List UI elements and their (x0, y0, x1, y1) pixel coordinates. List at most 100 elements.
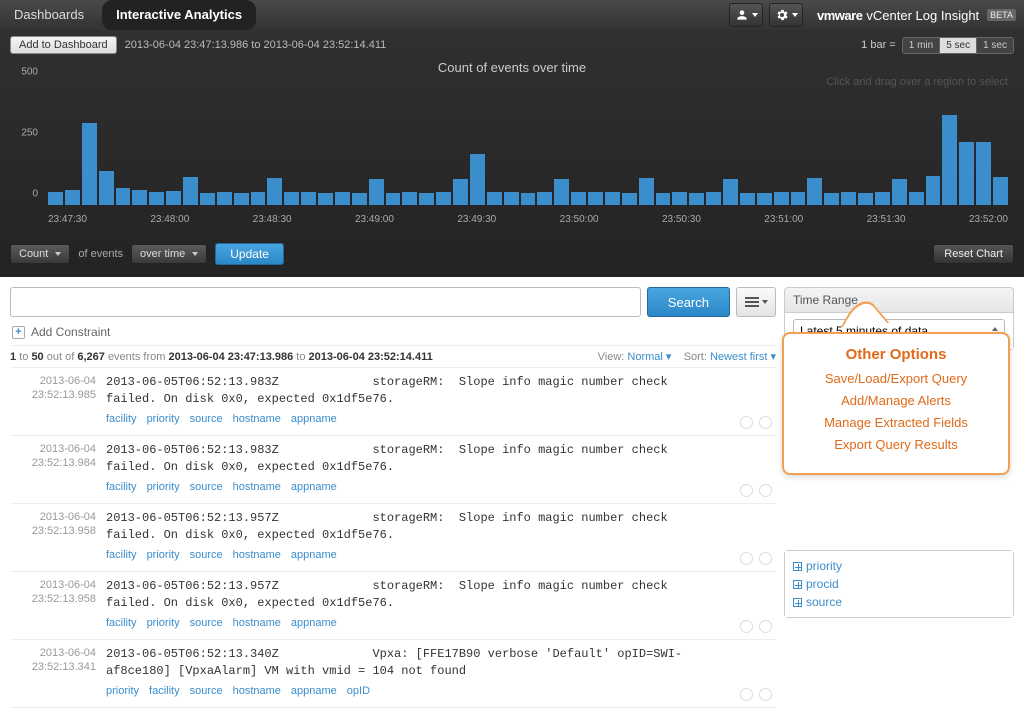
event-tag-hostname[interactable]: hostname (233, 481, 281, 493)
chart-bar[interactable] (672, 192, 687, 205)
event-tag-priority[interactable]: priority (147, 617, 180, 629)
gear-menu-button[interactable] (769, 3, 803, 27)
search-button[interactable]: Search (647, 287, 730, 317)
chart-bar[interactable] (453, 179, 468, 205)
chart-bar[interactable] (571, 192, 586, 205)
event-tag-source[interactable]: source (190, 549, 223, 561)
bar-width-segmented[interactable]: 1 min 5 sec 1 sec (902, 37, 1014, 54)
sort-order-dropdown[interactable]: Newest first ▾ (710, 351, 776, 363)
info-icon[interactable] (759, 688, 772, 701)
event-tag-hostname[interactable]: hostname (233, 617, 281, 629)
chart-bar[interactable] (622, 193, 637, 205)
info-icon[interactable] (759, 552, 772, 565)
chart-bar[interactable] (352, 193, 367, 205)
info-icon[interactable] (759, 620, 772, 633)
event-tag-hostname[interactable]: hostname (233, 413, 281, 425)
event-tag-facility[interactable]: facility (106, 617, 137, 629)
field-item-source[interactable]: source (793, 593, 1005, 611)
chart-bar[interactable] (234, 193, 249, 205)
chart-bar[interactable] (807, 178, 822, 205)
chart-bar[interactable] (554, 179, 569, 205)
bar-opt-1sec[interactable]: 1 sec (977, 38, 1013, 53)
event-tag-appname[interactable]: appname (291, 617, 337, 629)
chart-bar[interactable] (639, 178, 654, 205)
chart-bar[interactable] (959, 142, 974, 205)
event-tag-facility[interactable]: facility (149, 685, 180, 697)
clock-icon[interactable] (740, 416, 753, 429)
chart-bar[interactable] (301, 192, 316, 205)
chart-bar[interactable] (791, 192, 806, 205)
event-tag-facility[interactable]: facility (106, 413, 137, 425)
event-tag-source[interactable]: source (190, 481, 223, 493)
chart-bar[interactable] (48, 192, 63, 205)
event-tag-appname[interactable]: appname (291, 685, 337, 697)
event-tag-source[interactable]: source (190, 617, 223, 629)
chart-bar[interactable] (976, 142, 991, 205)
user-menu-button[interactable] (729, 3, 763, 27)
events-over-time-chart[interactable]: 0250500 23:47:3023:48:0023:48:3023:49:00… (10, 83, 1014, 233)
chart-bar[interactable] (824, 193, 839, 205)
chart-bar[interactable] (470, 154, 485, 205)
event-tag-priority[interactable]: priority (147, 549, 180, 561)
view-mode-dropdown[interactable]: Normal ▾ (627, 351, 671, 363)
chart-bar[interactable] (706, 192, 721, 205)
tab-interactive-analytics[interactable]: Interactive Analytics (102, 0, 256, 30)
chart-bar[interactable] (369, 179, 384, 205)
event-tag-facility[interactable]: facility (106, 549, 137, 561)
info-icon[interactable] (759, 416, 772, 429)
chart-bar[interactable] (504, 192, 519, 205)
chart-bar[interactable] (858, 193, 873, 205)
chart-bar[interactable] (689, 193, 704, 205)
clock-icon[interactable] (740, 484, 753, 497)
event-tag-hostname[interactable]: hostname (233, 685, 281, 697)
chart-bar[interactable] (99, 171, 114, 205)
clock-icon[interactable] (740, 620, 753, 633)
field-item-priority[interactable]: priority (793, 557, 1005, 575)
chart-bar[interactable] (251, 192, 266, 205)
search-input[interactable] (10, 287, 641, 317)
event-row[interactable]: 2013-06-0423:52:13.3412013-06-05T06:52:1… (10, 640, 776, 708)
chart-bar[interactable] (200, 193, 215, 205)
event-row[interactable]: 2013-06-0423:52:13.9852013-06-05T06:52:1… (10, 368, 776, 436)
chart-bar[interactable] (386, 193, 401, 205)
chart-bar[interactable] (723, 179, 738, 205)
add-constraint-button[interactable]: + Add Constraint (12, 325, 776, 339)
chart-bar[interactable] (487, 192, 502, 205)
over-time-dropdown[interactable]: over time (131, 244, 207, 264)
event-row[interactable]: 2013-06-0423:52:13.9582013-06-05T06:52:1… (10, 504, 776, 572)
field-item-procid[interactable]: procid (793, 575, 1005, 593)
chart-bar[interactable] (217, 192, 232, 205)
chart-bar[interactable] (521, 193, 536, 205)
info-icon[interactable] (759, 484, 772, 497)
event-tag-source[interactable]: source (190, 413, 223, 425)
bar-opt-1min[interactable]: 1 min (903, 38, 940, 53)
add-to-dashboard-button[interactable]: Add to Dashboard (10, 36, 117, 54)
chart-bar[interactable] (402, 192, 417, 205)
chart-bar[interactable] (284, 192, 299, 205)
chart-bar[interactable] (132, 190, 147, 205)
chart-bar[interactable] (318, 193, 333, 205)
chart-bar[interactable] (116, 188, 131, 205)
chart-bar[interactable] (166, 191, 181, 205)
chart-bar[interactable] (436, 192, 451, 205)
chart-bar[interactable] (774, 192, 789, 205)
chart-bar[interactable] (588, 192, 603, 205)
event-tag-source[interactable]: source (190, 685, 223, 697)
event-tag-opID[interactable]: opID (347, 685, 370, 697)
chart-bar[interactable] (656, 193, 671, 205)
clock-icon[interactable] (740, 688, 753, 701)
event-tag-appname[interactable]: appname (291, 549, 337, 561)
chart-bar[interactable] (335, 192, 350, 205)
event-tag-facility[interactable]: facility (106, 481, 137, 493)
chart-bar[interactable] (993, 177, 1008, 205)
clock-icon[interactable] (740, 552, 753, 565)
chart-bar[interactable] (909, 192, 924, 205)
update-button[interactable]: Update (215, 243, 284, 265)
aggregate-count-dropdown[interactable]: Count (10, 244, 70, 264)
bar-opt-5sec[interactable]: 5 sec (940, 38, 977, 53)
chart-bar[interactable] (65, 190, 80, 205)
other-options-menu-button[interactable] (736, 287, 776, 317)
chart-bar[interactable] (740, 193, 755, 205)
event-tag-appname[interactable]: appname (291, 481, 337, 493)
reset-chart-button[interactable]: Reset Chart (933, 244, 1014, 264)
